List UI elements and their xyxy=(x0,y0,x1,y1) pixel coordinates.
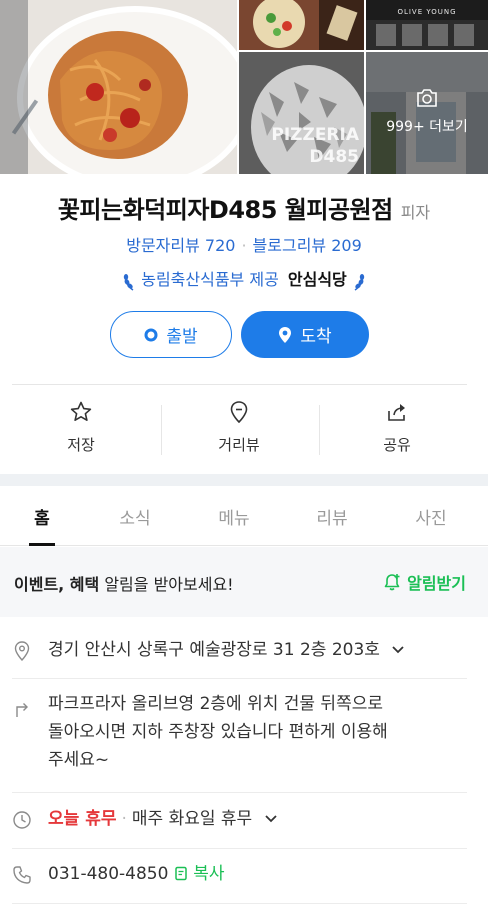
review-counts: 방문자리뷰 720 · 블로그리뷰 209 xyxy=(126,236,362,255)
share-icon xyxy=(388,404,405,421)
street-view-pin-icon xyxy=(230,401,248,424)
photo-storefront[interactable]: OLIVE YOUNG xyxy=(366,0,488,50)
camera-icon xyxy=(417,89,437,107)
tab-reviews[interactable]: 리뷰 xyxy=(283,504,381,529)
place-name: 꽃피는화덕피자D485 월피공원점 xyxy=(57,196,393,224)
address-text: 경기 안산시 상록구 예술광장로 31 2층 203호 xyxy=(48,640,380,660)
photo-gallery[interactable]: OLIVE YOUNG PIZZERIA D485 999+ 더보기 xyxy=(0,0,488,174)
laurel-left-icon xyxy=(123,273,134,291)
phone-row: 031-480-4850 복사 xyxy=(48,860,225,888)
event-message: 이벤트, 혜택 알림을 받아보세요! xyxy=(14,575,234,594)
divider xyxy=(12,903,467,904)
photo-more[interactable]: 999+ 더보기 xyxy=(366,52,488,174)
closed-status: 오늘 휴무 xyxy=(48,809,117,829)
location-pin-icon xyxy=(279,326,292,343)
laurel-right-icon xyxy=(354,273,365,291)
divider xyxy=(161,405,162,455)
tab-bar: 홈 소식 메뉴 리뷰 사진 xyxy=(0,486,488,546)
divider xyxy=(12,678,467,679)
street-view-button[interactable]: 거리뷰 xyxy=(179,400,299,455)
address-row[interactable]: 경기 안산시 상록구 예술광장로 31 2층 203호 xyxy=(48,636,405,664)
copy-phone-button[interactable]: 복사 xyxy=(174,864,225,884)
clock-icon xyxy=(13,811,31,829)
share-button[interactable]: 공유 xyxy=(337,400,457,455)
place-category: 피자 xyxy=(400,203,431,222)
turn-right-arrow-icon xyxy=(16,703,28,717)
divider xyxy=(319,405,320,455)
divider xyxy=(12,848,467,849)
photo-pizza-oven[interactable]: PIZZERIA D485 xyxy=(239,52,364,174)
chevron-down-icon[interactable] xyxy=(264,814,278,824)
tab-news[interactable]: 소식 xyxy=(86,504,184,529)
directions-text: 파크프라자 올리브영 2층에 위치 건물 뒤쪽으로 돌아오시면 지하 주창장 있… xyxy=(48,694,388,770)
tab-home[interactable]: 홈 xyxy=(0,504,91,529)
more-photos-label: 999+ 더보기 xyxy=(386,119,468,135)
origin-dot-icon xyxy=(144,328,158,341)
active-tab-indicator xyxy=(29,543,55,546)
arrive-button[interactable]: 도착 xyxy=(241,311,369,358)
hours-detail: 매주 화요일 휴무 xyxy=(131,809,253,829)
visitor-reviews-link[interactable]: 방문자리뷰 720 xyxy=(126,236,235,255)
pizzeria-sign: PIZZERIA D485 xyxy=(271,125,359,167)
badge-provider: 농림축산식품부 제공 xyxy=(141,270,279,289)
tab-photos[interactable]: 사진 xyxy=(382,504,480,529)
divider xyxy=(12,384,467,385)
phone-number[interactable]: 031-480-4850 xyxy=(48,864,168,884)
chevron-down-icon[interactable] xyxy=(391,645,405,655)
map-pin-icon xyxy=(14,641,30,662)
subscribe-alarm-button[interactable]: 알림받기 xyxy=(382,570,466,594)
store-sign-text: OLIVE YOUNG xyxy=(397,8,457,16)
event-notification-bar: 이벤트, 혜택 알림을 받아보세요! 알림받기 xyxy=(0,547,488,617)
phone-icon xyxy=(13,866,31,884)
blog-reviews-link[interactable]: 블로그리뷰 209 xyxy=(253,236,362,255)
photo-pasta[interactable] xyxy=(0,0,237,174)
save-button[interactable]: 저장 xyxy=(21,400,141,455)
photo-salad[interactable] xyxy=(239,0,364,50)
copy-icon xyxy=(175,866,187,881)
divider xyxy=(12,792,467,793)
place-header: 꽃피는화덕피자D485 월피공원점 피자 xyxy=(0,190,488,225)
star-icon xyxy=(70,401,92,421)
section-separator xyxy=(0,474,488,486)
bell-plus-icon xyxy=(384,574,400,591)
tab-menu[interactable]: 메뉴 xyxy=(185,504,283,529)
depart-button[interactable]: 출발 xyxy=(110,311,232,358)
badge-name: 안심식당 xyxy=(287,270,347,289)
safe-restaurant-badge[interactable]: 농림축산식품부 제공 안심식당 xyxy=(0,266,488,291)
business-hours-row[interactable]: 오늘 휴무 · 매주 화요일 휴무 xyxy=(48,805,278,833)
